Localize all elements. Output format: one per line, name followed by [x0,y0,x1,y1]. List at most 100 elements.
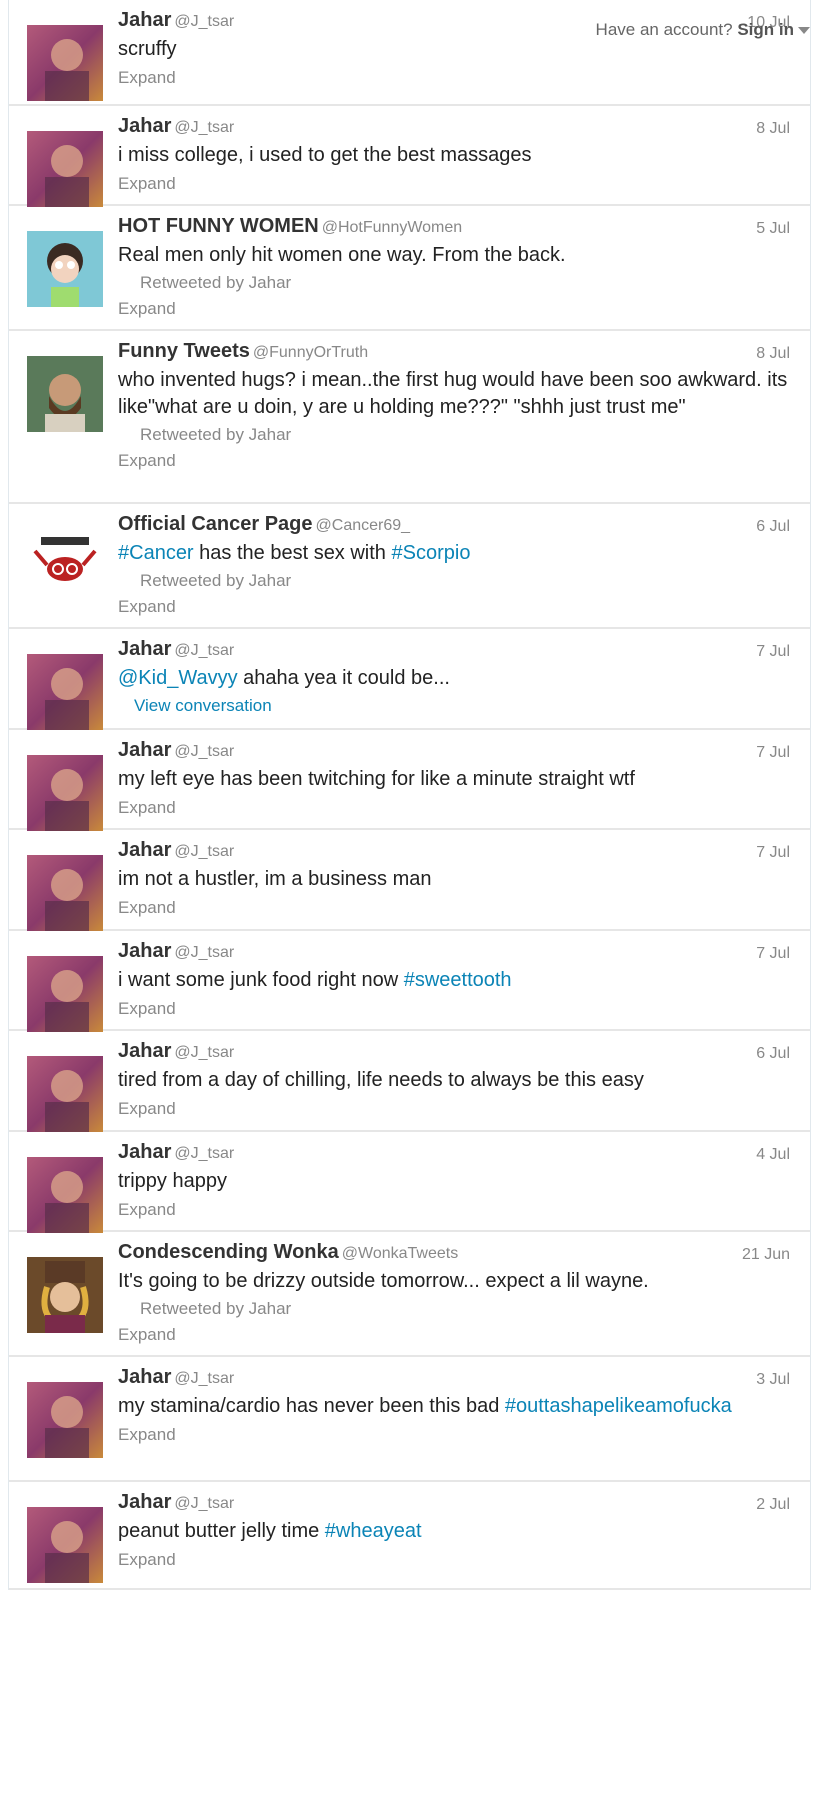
avatar[interactable] [27,1382,103,1458]
avatar[interactable] [27,855,103,931]
tweet-fullname[interactable]: Jahar [118,9,171,31]
expand-link[interactable]: Expand [118,450,790,472]
avatar[interactable] [27,1507,103,1583]
avatar[interactable] [27,654,103,730]
tweet-username[interactable]: @J_tsar [174,1044,234,1061]
tweet-timestamp[interactable]: 7 Jul [756,844,790,862]
tweet-timestamp[interactable]: 6 Jul [756,518,790,536]
avatar[interactable] [27,1257,103,1333]
avatar[interactable] [27,529,103,605]
text-segment: tired from a day of chilling, life needs… [118,1069,644,1091]
tweet-username[interactable]: @J_tsar [174,642,234,659]
tweet-username[interactable]: @HotFunnyWomen [322,219,462,236]
avatar[interactable] [27,1056,103,1132]
tweet-fullname[interactable]: Official Cancer Page [118,513,313,535]
expand-link[interactable]: Expand [118,1324,790,1346]
tweet-item[interactable]: Condescending Wonka @WonkaTweets 21 Jun It'… [9,1232,810,1357]
retweeted-by[interactable]: Retweeted by Jahar [118,570,790,592]
tweet-timestamp[interactable]: 6 Jul [756,1045,790,1063]
tweet-username[interactable]: @J_tsar [174,843,234,860]
tweet-timestamp[interactable]: 4 Jul [756,1146,790,1164]
avatar[interactable] [27,956,103,1032]
tweet-timestamp[interactable]: 7 Jul [756,744,790,762]
avatar[interactable] [27,231,103,307]
tweet-item[interactable]: Jahar @J_tsar 8 Jul i miss college, i used … [9,106,810,207]
have-account-text: Have an account? [595,20,733,39]
sign-in-link[interactable]: Sign in [737,20,794,39]
tweet-item[interactable]: Jahar @J_tsar 7 Jul @Kid_Wavyy ahaha yea it… [9,629,810,730]
tweet-timestamp[interactable]: 7 Jul [756,945,790,963]
expand-link[interactable]: Expand [118,998,790,1020]
tweet-fullname[interactable]: Jahar [118,115,171,137]
hashtag-link[interactable]: #wheayeat [325,1520,422,1542]
tweet-timestamp[interactable]: 7 Jul [756,643,790,661]
tweet-timestamp[interactable]: 8 Jul [756,120,790,138]
hashtag-link[interactable]: #outtashapelikeamofucka [505,1395,732,1417]
expand-link[interactable]: Expand [118,897,790,919]
tweet-username[interactable]: @Cancer69_ [316,517,411,534]
expand-link[interactable]: Expand [118,797,790,819]
text-segment: im not a hustler, im a business man [118,868,432,890]
tweet-timestamp[interactable]: 5 Jul [756,220,790,238]
tweet-fullname[interactable]: Jahar [118,739,171,761]
tweet-item[interactable]: Jahar @J_tsar 7 Jul i want some junk food r… [9,931,810,1032]
avatar[interactable] [27,1157,103,1233]
tweet-item[interactable]: Jahar @J_tsar 3 Jul my stamina/cardio has n… [9,1357,810,1482]
expand-link[interactable]: Expand [118,1549,790,1571]
retweeted-by[interactable]: Retweeted by Jahar [118,424,790,446]
tweet-item[interactable]: Funny Tweets @FunnyOrTruth 8 Jul who invent… [9,331,810,504]
hashtag-link[interactable]: #Cancer [118,542,194,564]
view-conversation-link[interactable]: View conversation [118,695,790,717]
hashtag-link[interactable]: #Scorpio [392,542,471,564]
tweet-item[interactable]: Jahar @J_tsar 4 Jul trippy happy Expand [9,1132,810,1233]
avatar[interactable] [27,25,103,101]
tweet-item[interactable]: HOT FUNNY WOMEN @HotFunnyWomen 5 Jul Real m… [9,206,810,331]
tweet-username[interactable]: @J_tsar [174,1495,234,1512]
tweet-timestamp[interactable]: 8 Jul [756,345,790,363]
tweet-text: i want some junk food right now #sweetto… [118,967,790,994]
tweet-fullname[interactable]: Jahar [118,1491,171,1513]
tweet-username[interactable]: @J_tsar [174,13,234,30]
tweet-text: my left eye has been twitching for like … [118,766,790,793]
expand-link[interactable]: Expand [118,298,790,320]
avatar[interactable] [27,356,103,432]
tweet-item[interactable]: Jahar @J_tsar 7 Jul my left eye has been tw… [9,730,810,831]
tweet-timestamp[interactable]: 3 Jul [756,1371,790,1389]
avatar[interactable] [27,755,103,831]
expand-link[interactable]: Expand [118,67,790,89]
tweet-fullname[interactable]: Jahar [118,839,171,861]
tweet-username[interactable]: @J_tsar [174,743,234,760]
avatar[interactable] [27,131,103,207]
hashtag-link[interactable]: @Kid_Wavyy [118,667,238,689]
tweet-username[interactable]: @J_tsar [174,944,234,961]
retweeted-by[interactable]: Retweeted by Jahar [118,1298,790,1320]
tweet-username[interactable]: @J_tsar [174,1145,234,1162]
expand-link[interactable]: Expand [118,1199,790,1221]
retweeted-by[interactable]: Retweeted by Jahar [118,272,790,294]
tweet-timestamp[interactable]: 2 Jul [756,1496,790,1514]
tweet-fullname[interactable]: HOT FUNNY WOMEN [118,215,319,237]
tweet-fullname[interactable]: Jahar [118,1141,171,1163]
tweet-username[interactable]: @WonkaTweets [342,1245,458,1262]
tweet-fullname[interactable]: Jahar [118,1040,171,1062]
tweet-username[interactable]: @J_tsar [174,119,234,136]
expand-link[interactable]: Expand [118,173,790,195]
expand-link[interactable]: Expand [118,596,790,618]
tweet-fullname[interactable]: Jahar [118,1366,171,1388]
expand-link[interactable]: Expand [118,1098,790,1120]
tweet-item[interactable]: Official Cancer Page @Cancer69_ 6 Jul #Canc… [9,504,810,629]
tweet-fullname[interactable]: Jahar [118,638,171,660]
tweet-fullname[interactable]: Jahar [118,940,171,962]
tweet-username[interactable]: @J_tsar [174,1370,234,1387]
tweet-item[interactable]: Jahar @J_tsar 6 Jul tired from a day of chi… [9,1031,810,1132]
tweet-item[interactable]: Jahar @J_tsar 10 Jul scruffy Expand [9,0,810,106]
tweet-username[interactable]: @FunnyOrTruth [253,344,368,361]
hashtag-link[interactable]: #sweettooth [404,969,512,991]
tweet-item[interactable]: Jahar @J_tsar 7 Jul im not a hustler, im a … [9,830,810,931]
tweet-item[interactable]: Jahar @J_tsar 2 Jul peanut butter jelly tim… [9,1482,810,1590]
chevron-down-icon[interactable] [798,27,810,35]
tweet-timestamp[interactable]: 21 Jun [742,1246,790,1264]
tweet-fullname[interactable]: Condescending Wonka [118,1241,339,1263]
tweet-fullname[interactable]: Funny Tweets [118,340,250,362]
expand-link[interactable]: Expand [118,1424,790,1446]
